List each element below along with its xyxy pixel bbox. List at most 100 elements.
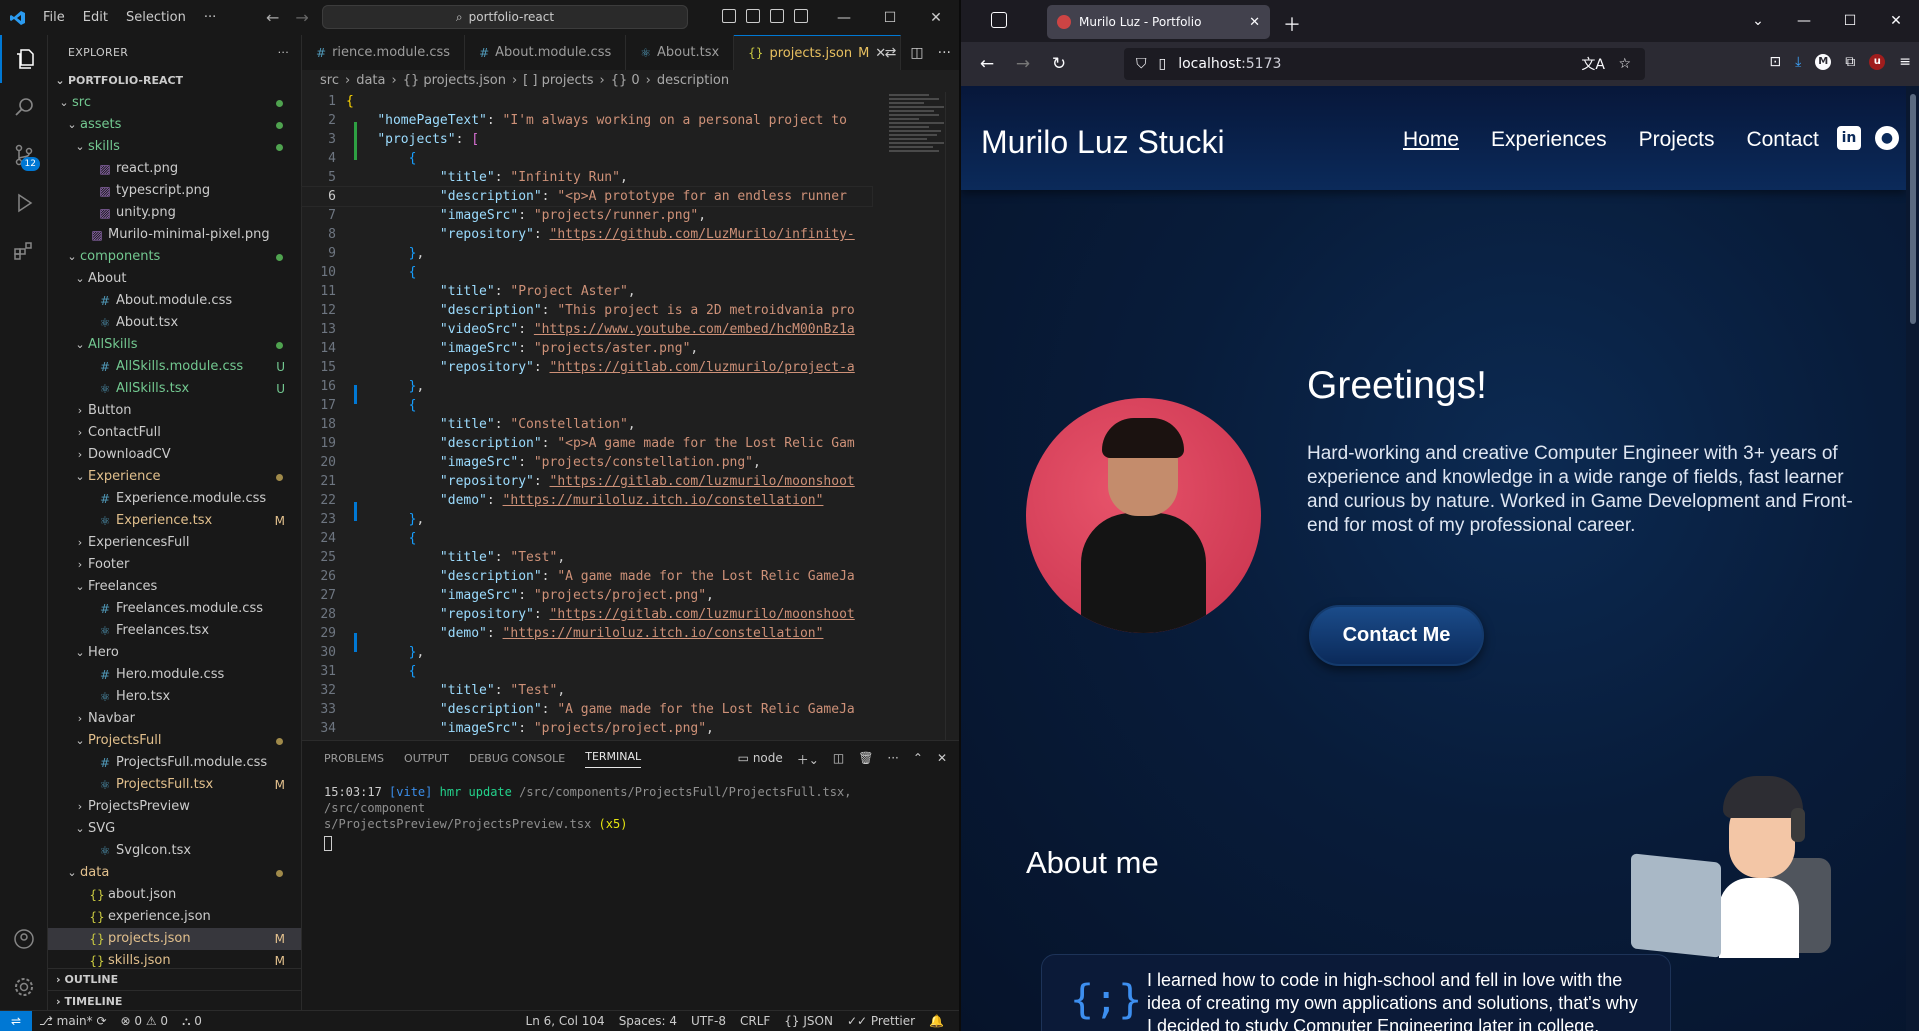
code-line[interactable]: 6 "description": "<p>A prototype for an … (301, 186, 873, 207)
terminal-output[interactable]: 15:03:17 [vite] hmr update /src/componen… (302, 776, 959, 863)
code-line[interactable]: 2 "homePageText": "I'm always working on… (302, 111, 872, 130)
file-item[interactable]: # AllSkills.module.css U (48, 356, 301, 378)
split-terminal-icon[interactable]: ◫ (833, 751, 844, 768)
folder-item[interactable]: ⌄ assets (48, 114, 301, 136)
folder-item[interactable]: › DownloadCV (48, 444, 301, 466)
code-line[interactable]: 11 "title": "Project Aster", (302, 282, 872, 301)
reload-icon[interactable]: ↻ (1041, 54, 1077, 74)
toggle-secondary-sidebar-icon[interactable] (770, 9, 784, 23)
menu-more[interactable]: ··· (196, 0, 224, 35)
code-line[interactable]: 3 "projects": [ (302, 130, 872, 149)
code-line[interactable]: 8 "repository": "https://github.com/LuzM… (302, 225, 872, 244)
file-item[interactable]: # ProjectsFull.module.css (48, 752, 301, 774)
file-item[interactable]: ▨ typescript.png (48, 180, 301, 202)
browser-tab-active[interactable]: Murilo Luz - Portfolio ✕ (1047, 5, 1270, 39)
code-editor[interactable]: 1{2 "homePageText": "I'm always working … (301, 92, 873, 740)
folder-item[interactable]: ⌄ About (48, 268, 301, 290)
cursor-position[interactable]: Ln 6, Col 104 (519, 1014, 612, 1028)
code-line[interactable]: 24 { (302, 529, 872, 548)
trash-icon[interactable]: 🗑 (858, 751, 873, 768)
file-item[interactable]: ⚛ Hero.tsx (48, 686, 301, 708)
ports-status[interactable]: ⛬ 0 (175, 1014, 209, 1029)
editor-tab[interactable]: # rience.module.css (302, 35, 466, 70)
editor-scrollbar[interactable] (945, 92, 959, 740)
site-brand[interactable]: Murilo Luz Stucki (981, 124, 1225, 161)
code-line[interactable]: 16 }, (302, 377, 872, 396)
extensions-icon[interactable] (0, 227, 48, 275)
back-icon[interactable]: ← (969, 54, 1005, 74)
line-ending[interactable]: CRLF (733, 1014, 777, 1028)
github-icon[interactable]: ● (1875, 126, 1899, 150)
language-mode[interactable]: {} JSON (777, 1014, 840, 1028)
file-item[interactable]: ⚛ AllSkills.tsx U (48, 378, 301, 400)
menu-edit[interactable]: Edit (75, 0, 116, 35)
folder-item[interactable]: › Button (48, 400, 301, 422)
folder-item[interactable]: › ExperiencesFull (48, 532, 301, 554)
folder-item[interactable]: ⌄ components (48, 246, 301, 268)
code-line[interactable]: 7 "imageSrc": "projects/runner.png", (302, 206, 872, 225)
back-arrow-icon[interactable]: ← (266, 8, 279, 27)
breadcrumb-item[interactable]: src (320, 70, 339, 92)
accounts-icon[interactable] (0, 915, 48, 963)
close-icon[interactable]: ✕ (913, 0, 959, 35)
notifications-bell-icon[interactable]: 🔔 (922, 1014, 951, 1028)
compare-changes-icon[interactable]: ⇄ (885, 45, 897, 61)
code-line[interactable]: 20 "imageSrc": "projects/constellation.p… (302, 453, 872, 472)
menu-file[interactable]: File (35, 0, 73, 35)
explorer-more-icon[interactable]: ··· (278, 46, 289, 59)
code-line[interactable]: 28 "repository": "https://gitlab.com/luz… (302, 605, 872, 624)
folder-item[interactable]: ⌄ ProjectsFull (48, 730, 301, 752)
search-view-icon[interactable] (0, 83, 48, 131)
file-item[interactable]: # Hero.module.css (48, 664, 301, 686)
folder-item[interactable]: › Footer (48, 554, 301, 576)
file-item[interactable]: ⚛ Experience.tsx M (48, 510, 301, 532)
timeline-section[interactable]: › TIMELINE (48, 990, 302, 1012)
file-item[interactable]: ▨ unity.png (48, 202, 301, 224)
nav-home[interactable]: Home (1403, 128, 1459, 152)
folder-item[interactable]: ⌄ Freelances (48, 576, 301, 598)
file-item[interactable]: # Freelances.module.css (48, 598, 301, 620)
folder-item[interactable]: ⌄ Hero (48, 642, 301, 664)
prettier-status[interactable]: ✓✓ Prettier (840, 1014, 922, 1028)
folder-item[interactable]: ⌄ skills (48, 136, 301, 158)
minimize-icon[interactable]: — (1781, 0, 1827, 42)
maximize-icon[interactable]: ☐ (1827, 0, 1873, 42)
minimize-icon[interactable]: — (821, 0, 867, 35)
folder-item[interactable]: › ProjectsPreview (48, 796, 301, 818)
code-line[interactable]: 34 "imageSrc": "projects/project.png", (302, 719, 872, 738)
pocket-icon[interactable]: ⊡ (1769, 54, 1781, 70)
editor-tab[interactable]: # About.module.css (465, 35, 627, 70)
more-actions-icon[interactable]: ··· (938, 45, 951, 61)
nav-experiences[interactable]: Experiences (1491, 128, 1607, 152)
breadcrumb-item[interactable]: data (356, 70, 385, 92)
remote-icon[interactable]: ⇌ (0, 1010, 32, 1031)
forward-arrow-icon[interactable]: → (295, 8, 308, 27)
tab-problems[interactable]: PROBLEMS (324, 752, 384, 765)
file-item[interactable]: {} experience.json (48, 906, 301, 928)
code-line[interactable]: 26 "description": "A game made for the L… (302, 567, 872, 586)
linkedin-icon[interactable]: in (1837, 126, 1861, 150)
encoding[interactable]: UTF-8 (684, 1014, 733, 1028)
code-line[interactable]: 33 "description": "A game made for the L… (302, 700, 872, 719)
ublock-icon[interactable]: u (1869, 54, 1886, 70)
file-item[interactable]: ⚛ ProjectsFull.tsx M (48, 774, 301, 796)
breadcrumb-item[interactable]: [ ] projects (523, 70, 593, 92)
code-line[interactable]: 15 "repository": "https://gitlab.com/luz… (302, 358, 872, 377)
breadcrumb-item[interactable]: {} projects.json (403, 70, 506, 92)
branch-status[interactable]: ⎇ main* ⟳ (32, 1014, 114, 1028)
split-editor-icon[interactable]: ◫ (910, 45, 923, 61)
manage-gear-icon[interactable] (0, 963, 48, 1011)
minimap[interactable] (889, 92, 949, 187)
folder-item[interactable]: ⌄ AllSkills (48, 334, 301, 356)
contact-me-button[interactable]: Contact Me (1309, 605, 1484, 666)
forward-icon[interactable]: → (1005, 54, 1041, 74)
address-bar[interactable]: ⛉ ▯ localhost:5173 文A ☆ (1124, 48, 1645, 80)
command-center-search[interactable]: ⌕ portfolio-react (322, 5, 688, 29)
code-line[interactable]: 32 "title": "Test", (302, 681, 872, 700)
tabs-dropdown-icon[interactable]: ⌄ (1735, 0, 1781, 42)
menu-hamburger-icon[interactable]: ≡ (1899, 54, 1911, 70)
bookmark-star-icon[interactable]: ☆ (1618, 56, 1631, 72)
folder-item[interactable]: ⌄ SVG (48, 818, 301, 840)
file-item[interactable]: {} projects.json M (48, 928, 301, 950)
code-line[interactable]: 13 "videoSrc": "https://www.youtube.com/… (302, 320, 872, 339)
